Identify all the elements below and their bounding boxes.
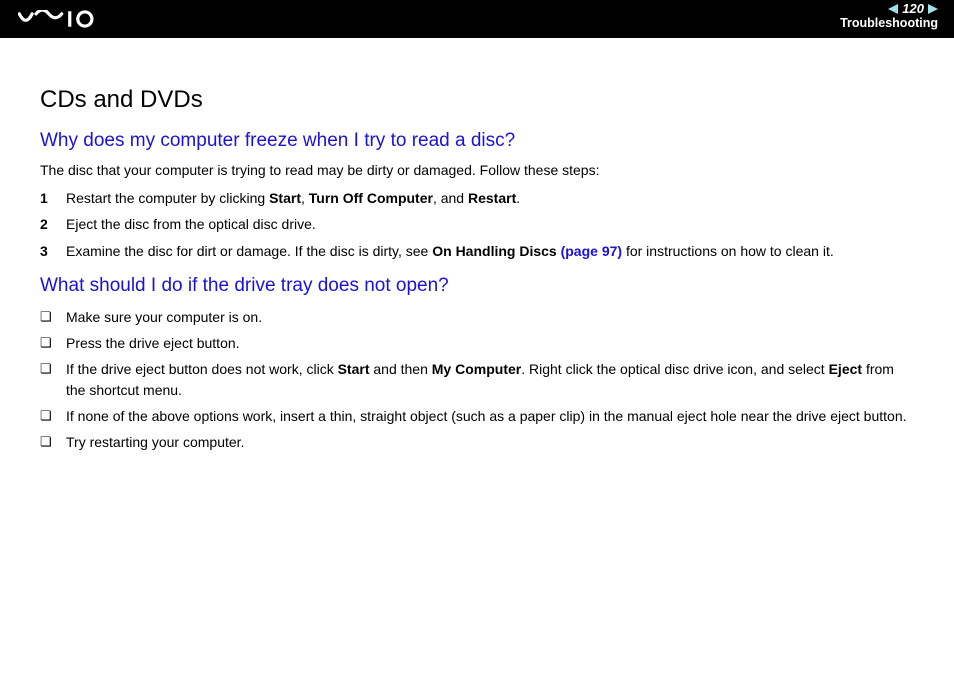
checkbox-bullet-icon: ❏	[40, 432, 66, 452]
page-content: CDs and DVDs Why does my computer freeze…	[0, 38, 954, 674]
list-item: ❏ If the drive eject button does not wor…	[40, 359, 914, 400]
list-text: Press the drive eject button.	[66, 333, 914, 353]
list-item: ❏ If none of the above options work, ins…	[40, 406, 914, 426]
vaio-logo-icon	[18, 10, 121, 28]
list-text: Try restarting your computer.	[66, 432, 914, 452]
next-page-icon[interactable]	[928, 4, 938, 14]
page-title: CDs and DVDs	[40, 86, 914, 114]
prev-page-icon[interactable]	[888, 4, 898, 14]
list-text: Make sure your computer is on.	[66, 307, 914, 327]
question-1-steps: 1 Restart the computer by clicking Start…	[40, 188, 914, 261]
page-number: 120	[902, 2, 924, 15]
step-item: 2 Eject the disc from the optical disc d…	[40, 214, 914, 234]
list-text: If the drive eject button does not work,…	[66, 359, 914, 400]
step-text: Eject the disc from the optical disc dri…	[66, 214, 914, 234]
page-reference-link[interactable]: (page 97)	[561, 243, 622, 259]
question-1-intro: The disc that your computer is trying to…	[40, 162, 914, 178]
document-page: 120 Troubleshooting CDs and DVDs Why doe…	[0, 0, 954, 674]
section-label: Troubleshooting	[840, 16, 938, 30]
step-item: 1 Restart the computer by clicking Start…	[40, 188, 914, 208]
step-text: Examine the disc for dirt or damage. If …	[66, 241, 914, 261]
page-navigator: 120	[840, 2, 938, 15]
list-text: If none of the above options work, inser…	[66, 406, 914, 426]
step-item: 3 Examine the disc for dirt or damage. I…	[40, 241, 914, 261]
list-item: ❏ Press the drive eject button.	[40, 333, 914, 353]
checkbox-bullet-icon: ❏	[40, 359, 66, 400]
step-text: Restart the computer by clicking Start, …	[66, 188, 914, 208]
checkbox-bullet-icon: ❏	[40, 333, 66, 353]
list-item: ❏ Try restarting your computer.	[40, 432, 914, 452]
step-number: 1	[40, 188, 66, 208]
step-number: 2	[40, 214, 66, 234]
question-2-list: ❏ Make sure your computer is on. ❏ Press…	[40, 307, 914, 453]
step-number: 3	[40, 241, 66, 261]
question-1-heading: Why does my computer freeze when I try t…	[40, 130, 914, 152]
vaio-logo	[18, 0, 121, 38]
header-right: 120 Troubleshooting	[840, 0, 938, 30]
list-item: ❏ Make sure your computer is on.	[40, 307, 914, 327]
checkbox-bullet-icon: ❏	[40, 406, 66, 426]
question-2-heading: What should I do if the drive tray does …	[40, 275, 914, 297]
page-header: 120 Troubleshooting	[0, 0, 954, 38]
checkbox-bullet-icon: ❏	[40, 307, 66, 327]
